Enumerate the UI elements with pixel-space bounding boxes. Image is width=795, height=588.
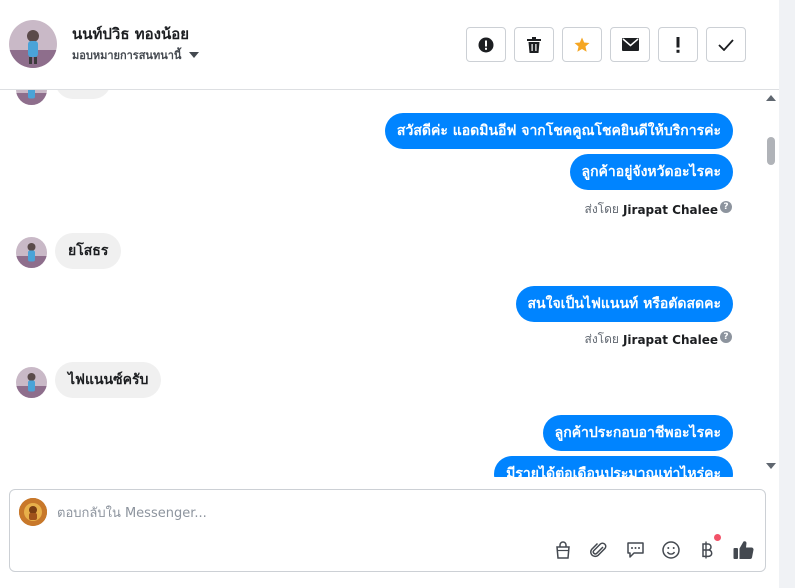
incoming-message-bubble: ไฟแนนซ์ครับ xyxy=(55,362,162,398)
mark-done-button[interactable] xyxy=(706,27,746,62)
message-thread[interactable]: สวัสดีค่ะ แอดมินอีฟ จากโชคคูณโชคยินดีให้… xyxy=(0,90,764,477)
contact-avatar-small xyxy=(16,367,47,398)
contact-name[interactable]: นนท์ปวิธ ทองน้อย xyxy=(72,22,189,46)
notification-dot xyxy=(714,534,721,541)
conversation-header: นนท์ปวิธ ทองน้อย มอบหมายการสนทนานี้ xyxy=(0,0,779,90)
star-icon xyxy=(573,36,591,54)
sent-by-prefix: ส่งโดย xyxy=(584,332,619,346)
scroll-thumb[interactable] xyxy=(767,137,775,165)
outgoing-message-bubble: มีรายได้ต่อเดือนประมาณเท่าไหร่คะ xyxy=(494,456,733,477)
star-button[interactable] xyxy=(562,27,602,62)
outgoing-message-bubble: สนใจเป็นไฟแนนท์ หรือตัดสดคะ xyxy=(515,286,733,322)
incoming-message-bubble xyxy=(55,90,111,99)
help-icon[interactable]: ? xyxy=(720,331,732,343)
caret-down-icon xyxy=(189,52,200,58)
outgoing-message-bubble: ลูกค้าอยู่จังหวัดอะไรคะ xyxy=(569,154,733,190)
contact-avatar[interactable] xyxy=(9,20,57,68)
check-icon xyxy=(718,38,734,51)
scroll-down-arrow-icon[interactable] xyxy=(766,463,776,469)
sent-by-label: ส่งโดย Jirapat Chalee xyxy=(585,200,719,219)
shopping-bag-icon[interactable] xyxy=(551,538,575,562)
assign-conversation-dropdown[interactable]: มอบหมายการสนทนานี้ xyxy=(72,46,200,64)
sent-by-prefix: ส่งโดย xyxy=(584,202,619,216)
message-scrollbar[interactable] xyxy=(764,90,779,477)
sent-by-label: ส่งโดย Jirapat Chalee xyxy=(585,330,719,349)
thumbs-up-icon[interactable] xyxy=(731,538,755,562)
assign-label: มอบหมายการสนทนานี้ xyxy=(72,49,182,62)
outgoing-message-bubble: สวัสดีค่ะ แอดมินอีฟ จากโชคคูณโชคยินดีให้… xyxy=(384,113,733,149)
sent-by-name: Jirapat Chalee xyxy=(622,202,718,217)
sent-by-name: Jirapat Chalee xyxy=(622,332,718,347)
messenger-conversation-panel: นนท์ปวิธ ทองน้อย มอบหมายการสนทนานี้ สวัส… xyxy=(0,0,779,588)
smiley-icon[interactable] xyxy=(659,538,683,562)
trash-icon xyxy=(527,36,541,53)
page-background-strip xyxy=(779,0,795,588)
alert-circle-icon xyxy=(478,37,494,53)
exclamation-icon xyxy=(676,36,680,53)
chat-bubble-icon[interactable] xyxy=(623,538,647,562)
outgoing-message-bubble: ลูกค้าประกอบอาชีพอะไรคะ xyxy=(542,415,733,451)
reply-composer xyxy=(9,489,766,572)
incoming-message-bubble: ยโสธร xyxy=(55,233,122,269)
spam-button[interactable] xyxy=(466,27,506,62)
page-avatar xyxy=(19,498,47,526)
contact-avatar-small xyxy=(16,237,47,268)
contact-avatar-small xyxy=(16,90,47,105)
reply-input[interactable] xyxy=(57,502,657,524)
follow-up-button[interactable] xyxy=(658,27,698,62)
help-icon[interactable]: ? xyxy=(720,201,732,213)
baht-icon[interactable] xyxy=(695,534,721,562)
delete-button[interactable] xyxy=(514,27,554,62)
paperclip-icon[interactable] xyxy=(587,538,611,562)
scroll-up-arrow-icon[interactable] xyxy=(766,95,776,101)
envelope-icon xyxy=(621,38,639,51)
mark-unread-button[interactable] xyxy=(610,27,650,62)
